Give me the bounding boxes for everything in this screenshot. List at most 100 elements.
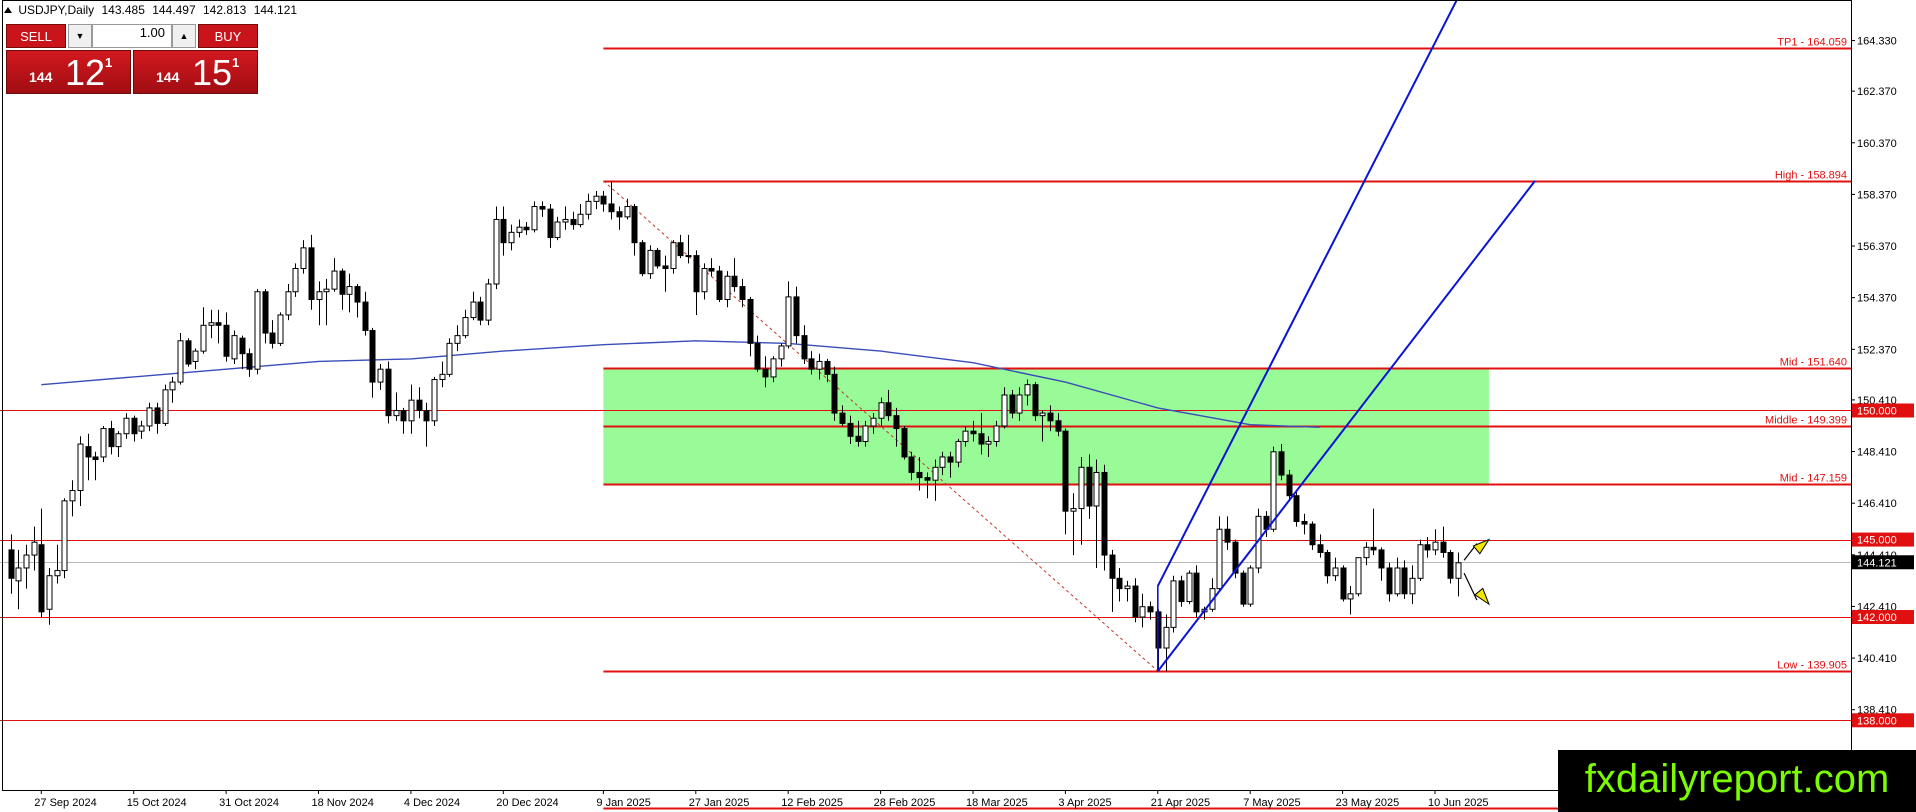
candle-body (15, 567, 22, 582)
buy-price-prefix: 144 (156, 69, 180, 85)
candle-body (793, 296, 800, 337)
candle (701, 263, 708, 300)
candle-body (562, 218, 569, 223)
candle-body (1055, 420, 1062, 432)
candle-body (1340, 567, 1347, 600)
arrow-head (1472, 538, 1491, 555)
price-tag: 142.000 (1857, 612, 1897, 624)
current-price-tag: 144.121 (1857, 557, 1897, 569)
candle-body (600, 195, 607, 205)
low-value: 142.813 (202, 3, 247, 17)
candle-body (824, 360, 831, 375)
candle-body (169, 381, 176, 391)
sell-price-button[interactable]: 144 12 1 (6, 50, 131, 94)
candle (77, 436, 84, 507)
symbol-label: USDJPY,Daily (18, 3, 95, 17)
candle (85, 433, 92, 481)
candle (177, 333, 184, 385)
candle-body (1224, 528, 1231, 543)
candle (716, 265, 723, 303)
candle-body (685, 255, 692, 258)
candle (677, 234, 684, 259)
candle (685, 234, 692, 264)
candle (1247, 565, 1254, 607)
candle-body (138, 425, 145, 432)
candle-body (1009, 394, 1016, 414)
candle (1301, 513, 1308, 535)
candle (185, 338, 192, 367)
candle (1093, 459, 1100, 568)
candle (731, 258, 738, 292)
lot-increase-icon[interactable]: ▲ (172, 24, 196, 48)
candle-body (1301, 521, 1308, 525)
buy-price-button[interactable]: 144 15 1 (133, 50, 258, 94)
buy-button[interactable]: BUY (198, 24, 258, 48)
lot-size-input[interactable]: 1.00 (92, 24, 172, 48)
candle-body (508, 231, 515, 244)
candle (100, 425, 107, 463)
candle-body (1101, 471, 1108, 556)
candle (431, 376, 438, 426)
candle (239, 335, 246, 370)
x-tick-label: 12 Feb 2025 (781, 797, 843, 809)
candle-body (616, 211, 623, 218)
candle-body (408, 399, 415, 422)
candle (231, 330, 238, 365)
candle-body (862, 425, 869, 442)
candle-body (1109, 554, 1116, 579)
candle (600, 191, 607, 212)
candle (446, 338, 453, 377)
price-chart[interactable]: 164.330 162.370 160.370 158.370 156.370 154.3… (0, 0, 1916, 812)
candle-body (808, 358, 815, 370)
candle-body (801, 335, 808, 360)
candle (1293, 490, 1300, 527)
candle (724, 271, 731, 308)
candle (61, 498, 68, 579)
candle (254, 289, 261, 375)
sell-price-pip: 1 (105, 55, 113, 70)
candle-body (1324, 551, 1331, 577)
buy-price-big: 15 (192, 52, 233, 93)
chart-menu-icon[interactable] (4, 7, 12, 13)
sell-button[interactable]: SELL (6, 24, 66, 48)
candle-body (23, 554, 30, 569)
trade-controls: SELL ▼ 1.00 ▲ BUY (6, 24, 258, 50)
candle-body (1016, 394, 1023, 414)
candle-body (631, 206, 638, 244)
candle (369, 327, 376, 398)
candle (577, 203, 584, 228)
candle (269, 320, 276, 349)
candle (300, 240, 307, 274)
candle-body (1432, 541, 1439, 551)
candle-body (1347, 593, 1354, 600)
candle-body (893, 415, 900, 430)
candle (54, 544, 61, 584)
candle-body (46, 575, 53, 610)
y-tick-label: 156.370 (1857, 241, 1897, 253)
candle-body (624, 206, 631, 218)
candle-body (239, 337, 246, 355)
x-tick-label: 10 Jun 2025 (1428, 797, 1489, 809)
candle-body (908, 456, 915, 473)
candle (46, 567, 53, 625)
candle-body (1032, 384, 1039, 417)
candle-body (1163, 626, 1170, 649)
candle-body (1186, 572, 1193, 603)
candle-body (670, 242, 677, 269)
candle-body (955, 440, 962, 463)
candle-body (85, 446, 92, 458)
candle (547, 203, 554, 248)
candle-body (346, 286, 353, 295)
candle (285, 283, 292, 321)
candle-body (154, 407, 161, 424)
y-tick-label: 146.410 (1857, 498, 1897, 510)
candle-body (1062, 430, 1069, 512)
candle-body (1332, 567, 1339, 577)
candle-body (547, 208, 554, 239)
candle-body (762, 368, 769, 378)
chart-window[interactable]: 164.330 162.370 160.370 158.370 156.370 154.3… (0, 0, 1916, 812)
lot-decrease-icon[interactable]: ▼ (68, 24, 92, 48)
price-tag: 150.000 (1857, 405, 1897, 417)
candle-body (439, 373, 446, 381)
candle (323, 278, 330, 326)
